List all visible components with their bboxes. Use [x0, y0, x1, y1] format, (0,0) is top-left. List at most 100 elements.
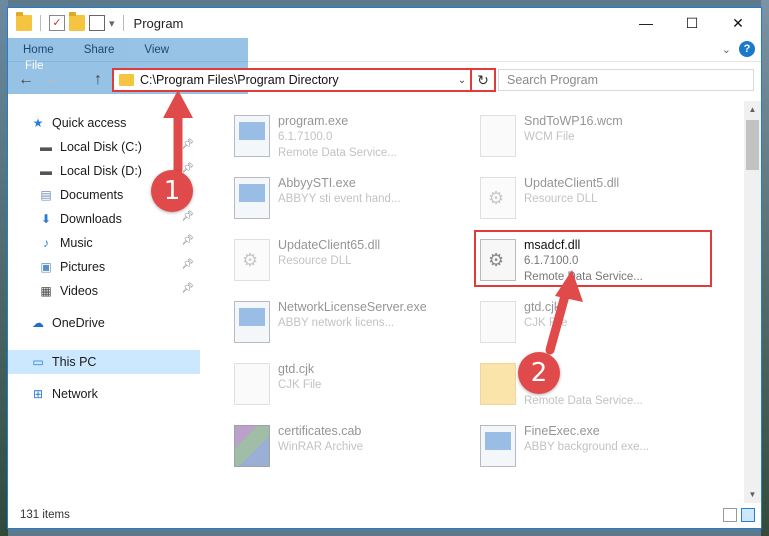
- file-detail: Remote Data Service...: [278, 147, 397, 159]
- address-path[interactable]: C:\Program Files\Program Directory: [140, 73, 454, 87]
- file-detail: Remote Data Service...: [524, 395, 643, 407]
- sidebar-item-pictures[interactable]: ▣ Pictures 📌︎: [8, 255, 200, 279]
- file-name: SndToWP16.wcm: [524, 114, 623, 128]
- sidebar-item-videos[interactable]: ▦ Videos 📌︎: [8, 279, 200, 303]
- sidebar-item-quick-access[interactable]: ★ Quick access: [8, 111, 200, 135]
- file-name: NetworkLicenseServer.exe: [278, 300, 427, 314]
- network-icon: ⊞: [32, 387, 44, 401]
- file-detail: Resource DLL: [278, 255, 352, 267]
- sidebar-item-onedrive[interactable]: ☁ OneDrive: [8, 311, 200, 335]
- scrollbar-thumb[interactable]: [746, 120, 759, 170]
- file-list: program.exe 6.1.7100.0 Remote Data Servi…: [204, 101, 736, 503]
- list-item[interactable]: SndToWP16.wcm WCM File: [470, 109, 710, 165]
- help-icon[interactable]: ?: [739, 41, 755, 57]
- sidebar-item-label: Local Disk (D:): [60, 164, 142, 178]
- window-controls: — ☐ ✕: [623, 8, 761, 38]
- document-icon: [480, 301, 516, 343]
- expand-ribbon-icon[interactable]: ⌄: [722, 43, 731, 56]
- close-button[interactable]: ✕: [715, 8, 761, 38]
- file-name: gtd.cjk: [278, 362, 315, 376]
- file-name: certificates.cab: [278, 424, 362, 438]
- exe-icon: [234, 177, 270, 219]
- sidebar-item-local-disk-c[interactable]: ▬ Local Disk (C:) 📌︎: [8, 135, 200, 159]
- separator: [122, 15, 124, 31]
- sidebar-item-label: Local Disk (C:): [60, 140, 142, 154]
- sidebar-item-label: Quick access: [52, 116, 127, 130]
- status-bar: 131 items: [8, 502, 761, 528]
- quick-access-toolbar: ✓ ▾: [8, 12, 128, 31]
- scroll-down-icon[interactable]: ▼: [744, 486, 761, 503]
- tiles-view-icon[interactable]: [741, 508, 755, 522]
- list-item[interactable]: NetworkLicenseServer.exe ABBY network li…: [224, 295, 464, 351]
- list-item[interactable]: FineExec.exe ABBY background exe...: [470, 419, 710, 475]
- file-name: UpdateClient65.dll: [278, 238, 381, 252]
- sidebar-item-label: Network: [52, 387, 98, 401]
- highlight-box: [474, 230, 712, 287]
- vertical-scrollbar[interactable]: ▲ ▼: [744, 101, 761, 503]
- properties-check-icon[interactable]: ✓: [49, 15, 65, 31]
- explorer-window: ✓ ▾ Program — ☐ ✕ File Home Share View ⌄…: [7, 7, 762, 529]
- sidebar-item-this-pc[interactable]: ▭ This PC: [8, 350, 200, 374]
- music-icon: ♪: [43, 236, 49, 250]
- pin-icon[interactable]: 📌︎: [181, 283, 194, 294]
- star-icon: ★: [32, 116, 44, 130]
- ribbon-tabs: File Home Share View ⌄ ?: [8, 38, 761, 94]
- folder-icon: [16, 12, 32, 31]
- address-bar[interactable]: C:\Program Files\Program Directory ⌄ ↻: [112, 68, 496, 92]
- step-2-badge: 2: [518, 352, 560, 394]
- sidebar-item-music[interactable]: ♪ Music 📌︎: [8, 231, 200, 255]
- scroll-up-icon[interactable]: ▲: [744, 101, 761, 118]
- list-item[interactable]: gtd.cjk CJK File: [224, 357, 464, 413]
- dll-icon: [234, 239, 270, 281]
- file-detail: ABBY background exe...: [524, 441, 650, 453]
- file-detail: CJK File: [278, 379, 322, 391]
- customize-toolbar-icon[interactable]: [89, 15, 105, 31]
- file-name: UpdateClient5.dll: [524, 176, 620, 190]
- file-detail: ABBYY sti event hand...: [278, 193, 401, 205]
- drive-icon: ▬: [40, 164, 52, 178]
- maximize-button[interactable]: ☐: [669, 8, 715, 38]
- details-view-icon[interactable]: [723, 508, 737, 522]
- new-folder-icon[interactable]: [69, 12, 85, 31]
- file-name: AbbyySTI.exe: [278, 176, 356, 190]
- exe-icon: [234, 115, 270, 157]
- list-item[interactable]: AbbyySTI.exe ABBYY sti event hand...: [224, 171, 464, 227]
- list-item[interactable]: gtd.cjk CJK File: [470, 295, 710, 351]
- document-icon: [234, 363, 270, 405]
- refresh-icon[interactable]: ↻: [470, 70, 494, 90]
- minimize-button[interactable]: —: [623, 8, 669, 38]
- pin-icon[interactable]: 📌︎: [181, 211, 194, 222]
- list-item[interactable]: UpdateClient65.dll Resource DLL: [224, 233, 464, 289]
- pin-icon[interactable]: 📌︎: [181, 235, 194, 246]
- forward-arrow-icon[interactable]: →: [38, 71, 62, 89]
- sidebar-item-label: Pictures: [60, 260, 106, 274]
- window-title: Program: [133, 15, 184, 31]
- chevron-down-icon[interactable]: ⌄: [454, 75, 470, 86]
- list-item[interactable]: program.exe 6.1.7100.0 Remote Data Servi…: [224, 109, 464, 165]
- dll-icon: [480, 177, 516, 219]
- list-item[interactable]: certificates.cab WinRAR Archive: [224, 419, 464, 475]
- back-arrow-icon[interactable]: ←: [14, 71, 38, 89]
- desktop-background-right: [761, 0, 769, 536]
- chevron-down-icon[interactable]: ▾: [109, 17, 115, 30]
- sidebar-item-label: This PC: [52, 355, 97, 369]
- document-icon: [480, 115, 516, 157]
- pictures-icon: ▣: [40, 260, 52, 274]
- file-detail: 6.1.7100.0: [278, 131, 333, 143]
- pin-icon[interactable]: 📌︎: [181, 139, 194, 150]
- up-arrow-icon[interactable]: ↑: [86, 71, 110, 89]
- file-detail: CJK File: [524, 317, 568, 329]
- item-count: 131 items: [20, 509, 70, 521]
- archive-icon: [234, 425, 270, 467]
- recent-locations-icon[interactable]: ⌄: [62, 75, 86, 86]
- videos-icon: ▦: [40, 284, 52, 298]
- navigation-pane: ★ Quick access ▬ Local Disk (C:) 📌︎ ▬ Lo…: [8, 101, 200, 503]
- folder-icon: [119, 74, 134, 86]
- sidebar-item-label: Videos: [60, 284, 98, 298]
- search-input[interactable]: Search Program: [498, 69, 754, 91]
- sidebar-item-network[interactable]: ⊞ Network: [8, 382, 200, 406]
- list-item[interactable]: UpdateClient5.dll Resource DLL: [470, 171, 710, 227]
- list-item[interactable]: Remote Data Service...: [470, 357, 710, 413]
- pin-icon[interactable]: 📌︎: [181, 259, 194, 270]
- download-icon: ⬇: [40, 212, 52, 226]
